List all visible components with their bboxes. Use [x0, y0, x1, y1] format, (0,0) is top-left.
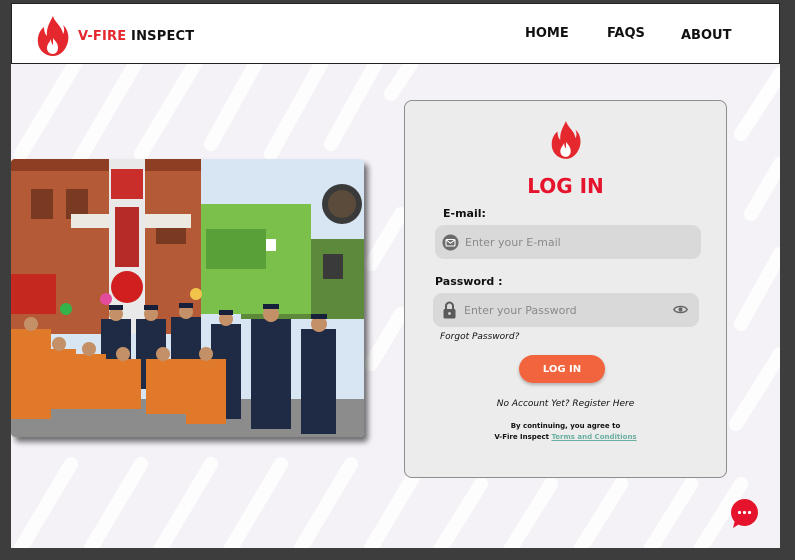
register-link[interactable]: No Account Yet? Register Here [405, 399, 726, 409]
login-button[interactable]: LOG IN [519, 355, 605, 383]
terms-link[interactable]: Terms and Conditions [551, 433, 636, 441]
login-card: LOG IN E-mail: Password : Forgot Pass [404, 100, 727, 478]
nav-home[interactable]: HOME [525, 26, 569, 41]
agree-brand: V-Fire Inspect [494, 433, 552, 441]
password-input[interactable] [464, 293, 664, 327]
mail-icon [442, 234, 459, 251]
email-input[interactable] [465, 225, 665, 259]
chat-bubble-tail [733, 520, 741, 528]
email-field-wrapper [435, 225, 701, 259]
brand[interactable]: V-FIRE INSPECT [36, 14, 194, 58]
password-field-wrapper [433, 293, 699, 327]
agree-line2: V-Fire Inspect Terms and Conditions [405, 432, 726, 443]
brand-name-part2: INSPECT [126, 28, 195, 44]
forgot-password-link[interactable]: Forgot Password? [440, 332, 519, 342]
terms-notice: By continuing, you agree to V-Fire Inspe… [405, 421, 726, 443]
eye-icon[interactable] [673, 304, 688, 315]
lock-icon [443, 301, 456, 319]
brand-name-part1: V-FIRE [78, 28, 127, 44]
fire-station-photo [11, 159, 364, 437]
main-content: LOG IN E-mail: Password : Forgot Pass [11, 64, 780, 548]
flame-logo-icon [37, 16, 69, 56]
agree-line1: By continuing, you agree to [510, 422, 621, 430]
top-nav-bar: V-FIRE INSPECT HOME FAQS ABOUT [11, 3, 780, 64]
password-label: Password : [435, 275, 503, 288]
login-title: LOG IN [527, 174, 604, 198]
flame-logo-icon [551, 121, 581, 159]
nav-faqs[interactable]: FAQS [607, 26, 645, 41]
email-label: E-mail: [443, 207, 486, 220]
nav-about[interactable]: ABOUT [681, 28, 731, 43]
brand-name: V-FIRE INSPECT [78, 29, 194, 44]
